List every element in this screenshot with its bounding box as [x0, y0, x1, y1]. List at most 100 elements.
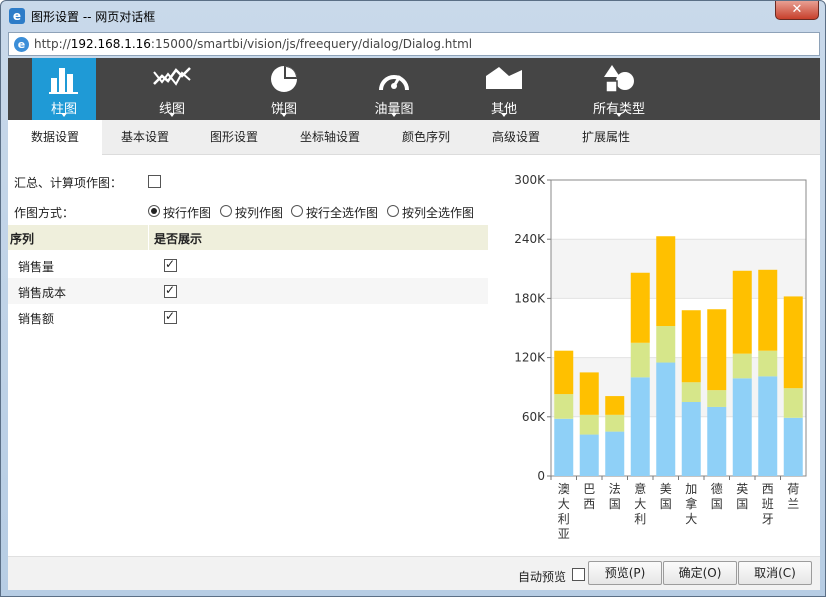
x-tick-label: 巴西 [583, 482, 595, 511]
table-row: 销售成本 [8, 278, 488, 304]
column-header-show: 是否展示 [154, 232, 203, 246]
bar-segment [783, 417, 803, 476]
bar-segment [758, 269, 778, 351]
y-tick-label: 120K [514, 351, 546, 365]
chart-type-pie[interactable]: 饼图 [252, 58, 316, 120]
ok-button[interactable]: 确定(O) [663, 561, 737, 585]
ie-icon: e [9, 8, 25, 24]
bar-segment [656, 236, 676, 327]
chart-type-gauge[interactable]: 油量图 [362, 58, 426, 120]
dialog-content: 柱图 线图 饼图 油量图 其他 所有类型 数据设置 基本设置 图形设置 坐标轴设… [8, 58, 820, 590]
tab-extended-properties[interactable]: 扩展属性 [560, 120, 652, 155]
dialog-footer: 自动预览 预览(P) 确定(O) 取消(C) [8, 556, 820, 590]
radio-label: 按行全选作图 [306, 206, 379, 220]
bar-segment [605, 396, 625, 415]
x-tick-label: 西班牙 [762, 482, 774, 526]
bar-segment [579, 434, 599, 476]
tab-axis-settings[interactable]: 坐标轴设置 [280, 120, 380, 155]
bar-segment [656, 326, 676, 363]
bar-segment [707, 309, 727, 391]
bar-segment [681, 310, 701, 383]
bar-segment [681, 402, 701, 476]
mode-label: 作图方式： [14, 206, 75, 220]
page-icon: e [14, 37, 29, 52]
radio-by-row[interactable] [148, 205, 160, 217]
auto-preview-checkbox[interactable] [572, 568, 585, 581]
chart-type-bar[interactable]: 柱图 [32, 58, 96, 120]
radio-by-row-all[interactable] [291, 205, 303, 217]
series-name: 销售成本 [18, 286, 67, 300]
tab-advanced-settings[interactable]: 高级设置 [472, 120, 560, 155]
x-tick-label: 加拿大 [685, 482, 697, 526]
gauge-icon [379, 75, 409, 91]
bar-segment [554, 394, 574, 419]
tab-basic-settings[interactable]: 基本设置 [102, 120, 188, 155]
y-tick-label: 300K [514, 173, 546, 187]
chart-type-toolbar: 柱图 线图 饼图 油量图 其他 所有类型 [8, 58, 820, 120]
cancel-button[interactable]: 取消(C) [738, 561, 812, 585]
bar-segment [579, 372, 599, 415]
bar-segment [758, 350, 778, 377]
radio-by-column-all[interactable] [387, 205, 399, 217]
x-tick-label: 德国 [711, 481, 723, 511]
series-name: 销售量 [18, 260, 55, 274]
address-url: http://192.168.1.16:15000/smartbi/vision… [34, 37, 473, 51]
dialog-window: e 图形设置 -- 网页对话框 ✕ e http://192.168.1.16:… [0, 0, 826, 597]
bar-segment [630, 377, 650, 476]
bar-segment [605, 414, 625, 432]
radio-by-column[interactable] [220, 205, 232, 217]
chart-type-other[interactable]: 其他 [472, 58, 536, 120]
dropdown-arrow-icon [281, 113, 287, 117]
bar-segment [783, 296, 803, 389]
radio-label: 按列全选作图 [402, 206, 475, 220]
area-chart-icon [486, 67, 522, 89]
bar-segment [630, 272, 650, 343]
chart-type-all[interactable]: 所有类型 [576, 58, 662, 120]
tab-graphic-settings[interactable]: 图形设置 [188, 120, 280, 155]
auto-preview-label: 自动预览 [518, 570, 567, 584]
bar-segment [732, 270, 752, 354]
column-header-series: 序列 [10, 232, 35, 246]
preview-button[interactable]: 预览(P) [588, 561, 662, 585]
dropdown-arrow-icon [169, 113, 175, 117]
settings-tabs: 数据设置 基本设置 图形设置 坐标轴设置 颜色序列 高级设置 扩展属性 [8, 120, 820, 155]
bar-segment [783, 388, 803, 418]
table-row: 销售额 [8, 304, 488, 330]
close-button[interactable]: ✕ [775, 1, 819, 20]
radio-label: 按列作图 [235, 206, 284, 220]
y-tick-label: 60K [522, 410, 546, 424]
window-title: 图形设置 -- 网页对话框 [31, 10, 156, 24]
x-tick-label: 美国 [660, 482, 672, 511]
show-checkbox[interactable] [164, 309, 177, 324]
x-tick-label: 法国 [609, 482, 621, 511]
bar-segment [758, 376, 778, 476]
x-tick-label: 意大利 [634, 481, 646, 526]
bar-segment [707, 406, 727, 476]
bar-chart-icon [49, 68, 78, 94]
bar-segment [579, 414, 599, 435]
show-checkbox[interactable] [164, 283, 177, 298]
chart-preview: 0 60K 120K 180K 240K 300K 澳大利亚 巴西法国 意大利 美国 加拿大 德国英国… [514, 173, 807, 541]
pie-chart-icon [271, 66, 297, 92]
table-row: 销售量 [8, 252, 488, 278]
x-tick-label: 澳大利亚 [558, 482, 570, 541]
summary-checkbox[interactable] [148, 175, 161, 188]
address-bar: e http://192.168.1.16:15000/smartbi/visi… [8, 32, 820, 56]
y-tick-label: 180K [514, 291, 546, 305]
y-tick-label: 240K [514, 232, 546, 246]
series-grid-header: 序列 是否展示 [8, 225, 488, 250]
show-checkbox[interactable] [164, 257, 177, 272]
chart-type-line[interactable]: 线图 [140, 58, 204, 120]
bar-segment [554, 418, 574, 476]
bar-segment [554, 350, 574, 395]
line-chart-icon [153, 67, 191, 86]
dropdown-arrow-icon [61, 113, 67, 117]
bar-segment [656, 362, 676, 476]
tab-data-settings[interactable]: 数据设置 [8, 120, 102, 155]
x-tick-label: 英国 [736, 482, 748, 511]
title-bar: e 图形设置 -- 网页对话框 ✕ [1, 1, 825, 31]
tab-color-series[interactable]: 颜色序列 [380, 120, 472, 155]
column-divider [148, 225, 149, 250]
radio-label: 按行作图 [163, 206, 212, 220]
shapes-icon [604, 65, 634, 93]
